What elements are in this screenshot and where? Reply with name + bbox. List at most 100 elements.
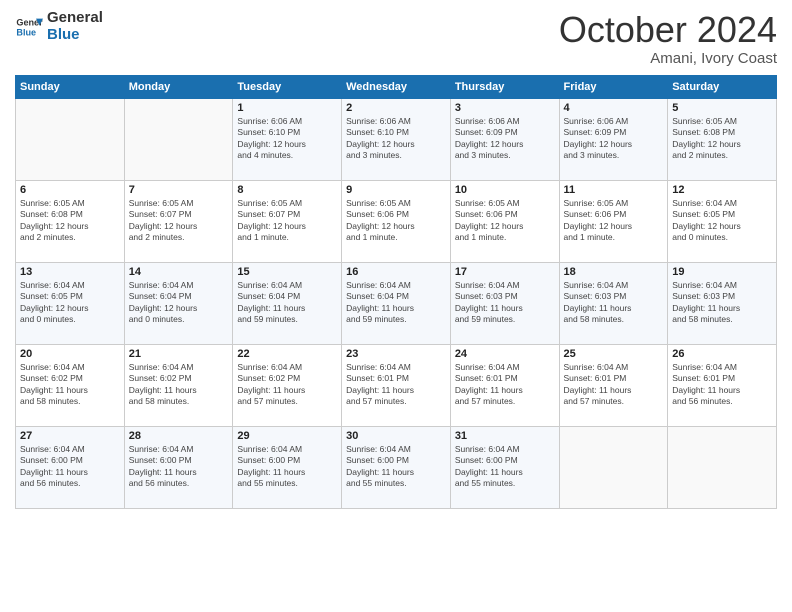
cell-week2-day0: 6 Sunrise: 6:05 AM Sunset: 6:08 PM Daylig…	[16, 180, 125, 262]
logo-line1: General	[47, 10, 103, 27]
header-sunday: Sunday	[16, 75, 125, 98]
cell-week1-day6: 5 Sunrise: 6:05 AM Sunset: 6:08 PM Daylig…	[668, 98, 777, 180]
header-saturday: Saturday	[668, 75, 777, 98]
day-number: 25	[564, 348, 664, 360]
day-number: 15	[237, 266, 337, 278]
cell-week5-day0: 27 Sunrise: 6:04 AM Sunset: 6:00 PM Dayli…	[16, 426, 125, 508]
day-number: 14	[129, 266, 229, 278]
cell-week2-day5: 11Sunrise: 6:05 AM Sunset: 6:06 PM Dayli…	[559, 180, 668, 262]
cell-week3-day5: 18 Sunrise: 6:04 AM Sunset: 6:03 PM Dayli…	[559, 262, 668, 344]
day-detail: Sunrise: 6:04 AM Sunset: 6:00 PM Dayligh…	[20, 444, 120, 490]
cell-week1-day0	[16, 98, 125, 180]
day-detail: Sunrise: 6:05 AM Sunset: 6:07 PM Dayligh…	[129, 198, 229, 244]
day-number: 21	[129, 348, 229, 360]
day-number: 18	[564, 266, 664, 278]
cell-week5-day6	[668, 426, 777, 508]
page-container: General Blue General Blue October 2024 A…	[0, 0, 792, 612]
day-number: 2	[346, 102, 446, 114]
day-number: 27	[20, 430, 120, 442]
day-number: 23	[346, 348, 446, 360]
svg-text:Blue: Blue	[16, 27, 36, 37]
day-detail: Sunrise: 6:04 AM Sunset: 6:03 PM Dayligh…	[564, 280, 664, 326]
header-monday: Monday	[124, 75, 233, 98]
day-detail: Sunrise: 6:04 AM Sunset: 6:00 PM Dayligh…	[455, 444, 555, 490]
cell-week3-day3: 16Sunrise: 6:04 AM Sunset: 6:04 PM Dayli…	[342, 262, 451, 344]
cell-week3-day1: 14Sunrise: 6:04 AM Sunset: 6:04 PM Dayli…	[124, 262, 233, 344]
day-number: 19	[672, 266, 772, 278]
cell-week2-day3: 9 Sunrise: 6:05 AM Sunset: 6:06 PM Daylig…	[342, 180, 451, 262]
day-number: 11	[564, 184, 664, 196]
week-row-5: 27 Sunrise: 6:04 AM Sunset: 6:00 PM Dayli…	[16, 426, 777, 508]
cell-week4-day1: 21 Sunrise: 6:04 AM Sunset: 6:02 PM Dayli…	[124, 344, 233, 426]
cell-week4-day0: 20Sunrise: 6:04 AM Sunset: 6:02 PM Dayli…	[16, 344, 125, 426]
day-number: 24	[455, 348, 555, 360]
day-number: 9	[346, 184, 446, 196]
cell-week1-day4: 3 Sunrise: 6:06 AM Sunset: 6:09 PM Daylig…	[450, 98, 559, 180]
day-number: 22	[237, 348, 337, 360]
week-row-2: 6 Sunrise: 6:05 AM Sunset: 6:08 PM Daylig…	[16, 180, 777, 262]
day-number: 26	[672, 348, 772, 360]
day-detail: Sunrise: 6:04 AM Sunset: 6:01 PM Dayligh…	[564, 362, 664, 408]
header-wednesday: Wednesday	[342, 75, 451, 98]
day-detail: Sunrise: 6:04 AM Sunset: 6:00 PM Dayligh…	[237, 444, 337, 490]
day-number: 29	[237, 430, 337, 442]
day-number: 17	[455, 266, 555, 278]
day-number: 7	[129, 184, 229, 196]
day-number: 5	[672, 102, 772, 114]
cell-week1-day2: 1 Sunrise: 6:06 AM Sunset: 6:10 PM Daylig…	[233, 98, 342, 180]
logo: General Blue General Blue	[15, 10, 103, 43]
calendar-table: Sunday Monday Tuesday Wednesday Thursday…	[15, 75, 777, 509]
day-detail: Sunrise: 6:05 AM Sunset: 6:07 PM Dayligh…	[237, 198, 337, 244]
cell-week5-day2: 29 Sunrise: 6:04 AM Sunset: 6:00 PM Dayli…	[233, 426, 342, 508]
title-block: October 2024 Amani, Ivory Coast	[559, 10, 777, 67]
cell-week1-day1	[124, 98, 233, 180]
day-detail: Sunrise: 6:04 AM Sunset: 6:04 PM Dayligh…	[237, 280, 337, 326]
day-detail: Sunrise: 6:05 AM Sunset: 6:08 PM Dayligh…	[672, 116, 772, 162]
cell-week5-day3: 30Sunrise: 6:04 AM Sunset: 6:00 PM Dayli…	[342, 426, 451, 508]
day-detail: Sunrise: 6:04 AM Sunset: 6:01 PM Dayligh…	[346, 362, 446, 408]
day-detail: Sunrise: 6:06 AM Sunset: 6:09 PM Dayligh…	[455, 116, 555, 162]
day-detail: Sunrise: 6:04 AM Sunset: 6:00 PM Dayligh…	[129, 444, 229, 490]
day-detail: Sunrise: 6:05 AM Sunset: 6:06 PM Dayligh…	[455, 198, 555, 244]
cell-week4-day6: 26Sunrise: 6:04 AM Sunset: 6:01 PM Dayli…	[668, 344, 777, 426]
cell-week3-day2: 15 Sunrise: 6:04 AM Sunset: 6:04 PM Dayli…	[233, 262, 342, 344]
day-detail: Sunrise: 6:04 AM Sunset: 6:02 PM Dayligh…	[129, 362, 229, 408]
cell-week3-day6: 19Sunrise: 6:04 AM Sunset: 6:03 PM Dayli…	[668, 262, 777, 344]
day-number: 28	[129, 430, 229, 442]
week-row-3: 13 Sunrise: 6:04 AM Sunset: 6:05 PM Dayli…	[16, 262, 777, 344]
month-title: October 2024	[559, 10, 777, 50]
header-friday: Friday	[559, 75, 668, 98]
day-detail: Sunrise: 6:04 AM Sunset: 6:05 PM Dayligh…	[20, 280, 120, 326]
cell-week2-day2: 8 Sunrise: 6:05 AM Sunset: 6:07 PM Daylig…	[233, 180, 342, 262]
day-number: 16	[346, 266, 446, 278]
day-number: 1	[237, 102, 337, 114]
day-detail: Sunrise: 6:04 AM Sunset: 6:02 PM Dayligh…	[237, 362, 337, 408]
day-number: 8	[237, 184, 337, 196]
day-detail: Sunrise: 6:06 AM Sunset: 6:10 PM Dayligh…	[237, 116, 337, 162]
cell-week2-day6: 12 Sunrise: 6:04 AM Sunset: 6:05 PM Dayli…	[668, 180, 777, 262]
week-row-4: 20Sunrise: 6:04 AM Sunset: 6:02 PM Dayli…	[16, 344, 777, 426]
calendar-header-row: Sunday Monday Tuesday Wednesday Thursday…	[16, 75, 777, 98]
cell-week4-day3: 23 Sunrise: 6:04 AM Sunset: 6:01 PM Dayli…	[342, 344, 451, 426]
header-tuesday: Tuesday	[233, 75, 342, 98]
cell-week4-day2: 22 Sunrise: 6:04 AM Sunset: 6:02 PM Dayli…	[233, 344, 342, 426]
day-number: 3	[455, 102, 555, 114]
week-row-1: 1 Sunrise: 6:06 AM Sunset: 6:10 PM Daylig…	[16, 98, 777, 180]
day-number: 4	[564, 102, 664, 114]
cell-week3-day0: 13 Sunrise: 6:04 AM Sunset: 6:05 PM Dayli…	[16, 262, 125, 344]
header: General Blue General Blue October 2024 A…	[15, 10, 777, 67]
day-detail: Sunrise: 6:04 AM Sunset: 6:00 PM Dayligh…	[346, 444, 446, 490]
logo-line2: Blue	[47, 27, 103, 44]
day-detail: Sunrise: 6:04 AM Sunset: 6:05 PM Dayligh…	[672, 198, 772, 244]
day-detail: Sunrise: 6:05 AM Sunset: 6:06 PM Dayligh…	[346, 198, 446, 244]
day-detail: Sunrise: 6:05 AM Sunset: 6:08 PM Dayligh…	[20, 198, 120, 244]
day-detail: Sunrise: 6:06 AM Sunset: 6:10 PM Dayligh…	[346, 116, 446, 162]
cell-week4-day5: 25 Sunrise: 6:04 AM Sunset: 6:01 PM Dayli…	[559, 344, 668, 426]
day-number: 6	[20, 184, 120, 196]
day-detail: Sunrise: 6:04 AM Sunset: 6:01 PM Dayligh…	[455, 362, 555, 408]
header-thursday: Thursday	[450, 75, 559, 98]
day-detail: Sunrise: 6:04 AM Sunset: 6:02 PM Dayligh…	[20, 362, 120, 408]
day-number: 13	[20, 266, 120, 278]
cell-week2-day4: 10Sunrise: 6:05 AM Sunset: 6:06 PM Dayli…	[450, 180, 559, 262]
day-number: 12	[672, 184, 772, 196]
